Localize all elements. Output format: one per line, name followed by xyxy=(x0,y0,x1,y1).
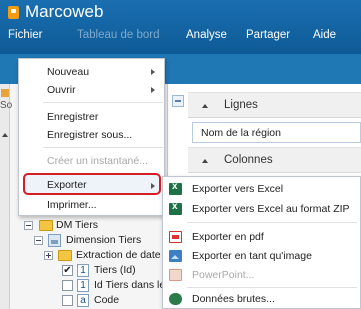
tree-item-id-tiers[interactable]: 1 Id Tiers dans le xyxy=(14,279,168,293)
tree-item-tiers-id[interactable]: ✔ 1 Tiers (Id) xyxy=(14,264,164,278)
tree-item-code[interactable]: a Code xyxy=(14,294,164,308)
columns-section-label: Colonnes xyxy=(224,154,273,166)
submenu-arrow-icon xyxy=(151,87,155,93)
app-title: Marcoweb xyxy=(25,2,104,21)
left-edge xyxy=(0,84,10,309)
collapse-arrow-icon[interactable] xyxy=(2,133,8,137)
powerpoint-icon xyxy=(169,269,182,281)
menu-item-exporter-highlight xyxy=(23,173,161,195)
rows-field-chip[interactable]: Nom de la région xyxy=(192,122,361,143)
rows-field-label: Nom de la région xyxy=(201,127,281,139)
menu-divider xyxy=(43,147,163,148)
numeric-field-icon: 1 xyxy=(77,279,89,292)
menu-partager[interactable]: Partager xyxy=(246,27,290,43)
app-header: Marcoweb Fichier Tableau de bord Analyse… xyxy=(0,0,361,54)
doc-icon xyxy=(1,89,9,97)
tree-item-extraction-date[interactable]: Extraction de date xyxy=(14,249,168,263)
menu-analyse[interactable]: Analyse xyxy=(186,27,227,43)
tree-collapse-icon[interactable] xyxy=(24,221,33,230)
menu-item-donnees-brutes[interactable]: Données brutes... xyxy=(192,293,275,305)
menu-aide[interactable]: Aide xyxy=(313,27,336,43)
checkbox-checked[interactable]: ✔ xyxy=(62,265,73,276)
menu-item-export-pdf[interactable]: Exporter en pdf xyxy=(192,231,264,243)
menu-item-exporter[interactable]: Exporter xyxy=(47,179,87,191)
numeric-field-icon: 1 xyxy=(77,264,89,277)
menu-item-ouvrir[interactable]: Ouvrir xyxy=(47,84,76,96)
menu-divider xyxy=(187,222,357,223)
app-logo-icon xyxy=(8,6,19,19)
collapse-triangle-icon xyxy=(202,104,208,108)
panel-collapse-button[interactable] xyxy=(172,95,184,107)
tree-item-label: Extraction de date xyxy=(76,249,161,261)
menu-tableau-de-bord[interactable]: Tableau de bord xyxy=(77,27,159,43)
menu-item-creer-instantane: Créer un instantané... xyxy=(47,155,148,167)
folder-icon xyxy=(39,220,53,231)
dimension-icon xyxy=(48,234,61,247)
pdf-icon xyxy=(169,231,182,243)
menu-item-export-excel[interactable]: Exporter vers Excel xyxy=(192,183,283,195)
tree-item-dm-tiers[interactable]: DM Tiers xyxy=(14,219,164,233)
text-field-icon: a xyxy=(77,294,89,307)
tree-item-label: Code xyxy=(94,294,120,306)
tree-item-label: Id Tiers dans le xyxy=(94,279,166,291)
folder-icon xyxy=(58,250,72,261)
menu-divider xyxy=(43,102,163,103)
collapse-triangle-icon xyxy=(202,159,208,163)
menu-item-export-excel-zip[interactable]: Exporter vers Excel au format ZIP xyxy=(192,203,350,215)
raw-data-icon xyxy=(169,293,182,305)
tree-expand-icon[interactable] xyxy=(44,251,53,260)
excel-icon xyxy=(169,181,182,195)
submenu-arrow-icon xyxy=(151,69,155,75)
left-edge-text: So xyxy=(0,100,13,111)
rows-section-header[interactable]: Lignes xyxy=(188,92,361,118)
tree-collapse-icon[interactable] xyxy=(34,236,43,245)
tree-item-dimension-tiers[interactable]: Dimension Tiers xyxy=(14,234,164,248)
export-submenu: Exporter vers Excel Exporter vers Excel … xyxy=(162,176,361,309)
menu-item-export-image[interactable]: Exporter en tant qu'image xyxy=(192,250,312,262)
tree-item-label: Dimension Tiers xyxy=(66,234,142,246)
menu-item-enregistrer-sous[interactable]: Enregistrer sous... xyxy=(47,129,132,141)
file-menu: Nouveau Ouvrir Enregistrer Enregistrer s… xyxy=(18,58,165,216)
menu-item-enregistrer[interactable]: Enregistrer xyxy=(47,111,98,123)
checkbox[interactable] xyxy=(62,295,73,306)
submenu-arrow-icon xyxy=(151,183,155,189)
image-icon xyxy=(169,250,182,262)
columns-section-header[interactable]: Colonnes xyxy=(188,147,361,173)
excel-icon xyxy=(169,201,182,215)
menu-fichier[interactable]: Fichier xyxy=(8,27,43,43)
menu-item-powerpoint: PowerPoint... xyxy=(192,269,255,281)
menu-item-nouveau[interactable]: Nouveau xyxy=(47,66,89,78)
checkbox[interactable] xyxy=(62,280,73,291)
tree-item-label: DM Tiers xyxy=(56,219,98,231)
menu-item-imprimer[interactable]: Imprimer... xyxy=(47,199,97,211)
tree-item-label: Tiers (Id) xyxy=(94,264,136,276)
rows-section-label: Lignes xyxy=(224,99,258,111)
menu-divider xyxy=(187,287,357,288)
